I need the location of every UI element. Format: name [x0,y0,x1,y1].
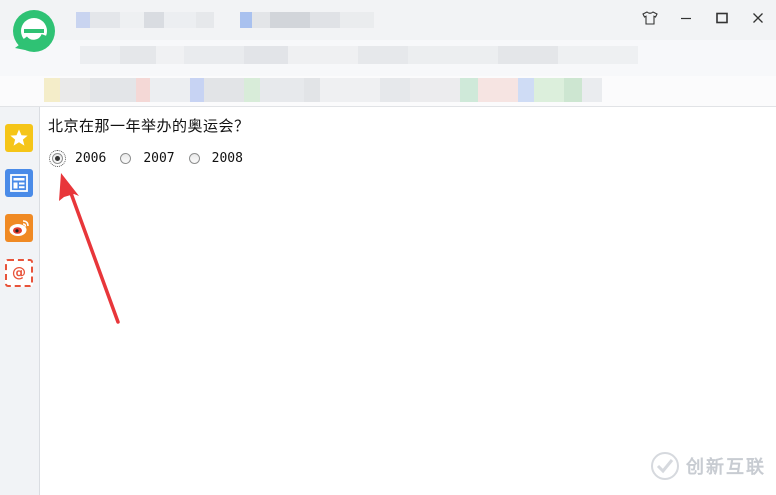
option-label: 2006 [75,151,107,166]
radio-2007[interactable] [120,153,132,164]
option-2008[interactable]: 2008 [188,151,243,166]
weibo-icon [9,220,29,236]
watermark-text: 创新互联 [686,457,766,478]
tshirt-icon [642,11,658,25]
address-toolbar [0,40,776,76]
minimize-icon [681,17,691,20]
question-text: 北京在那一年举办的奥运会？ [48,117,250,135]
maximize-icon [716,12,728,24]
sidebar-item-weibo[interactable] [5,214,33,242]
option-label: 2008 [211,151,243,166]
minimize-button[interactable] [668,4,704,32]
bookmarks-bar [0,76,776,107]
close-button[interactable] [740,4,776,32]
browser-window: @ 北京在那一年举办的奥运会？ 2006 2007 2008 创新互联 [0,0,776,495]
radio-group: 2006 2007 2008 [49,150,257,167]
option-2007[interactable]: 2007 [120,151,175,166]
maximize-button[interactable] [704,4,740,32]
radio-2008[interactable] [188,153,200,164]
browser-logo-icon[interactable] [11,8,57,54]
skin-button[interactable] [632,4,668,32]
radio-2006[interactable] [49,150,66,167]
sidebar-item-reader[interactable] [5,169,33,197]
blurred-address-bar[interactable] [80,46,638,64]
watermark-logo-icon [651,452,679,480]
star-icon [10,129,28,146]
page-content: 北京在那一年举办的奥运会？ 2006 2007 2008 [40,107,776,495]
window-controls [632,4,776,32]
list-icon [10,174,28,192]
sidebar-item-favorites[interactable] [5,124,33,152]
title-bar [0,0,776,40]
sidebar-item-mail[interactable]: @ [5,259,33,287]
watermark: 创新互联 [650,451,766,481]
option-label: 2007 [143,151,175,166]
close-icon [753,13,763,23]
blurred-bookmarks[interactable] [44,78,602,102]
mail-icon: @ [12,265,26,281]
blurred-tab-strip [76,12,214,28]
option-2006[interactable]: 2006 [49,150,107,167]
blurred-tab-strip-2 [240,12,374,28]
sidebar: @ [0,107,40,495]
